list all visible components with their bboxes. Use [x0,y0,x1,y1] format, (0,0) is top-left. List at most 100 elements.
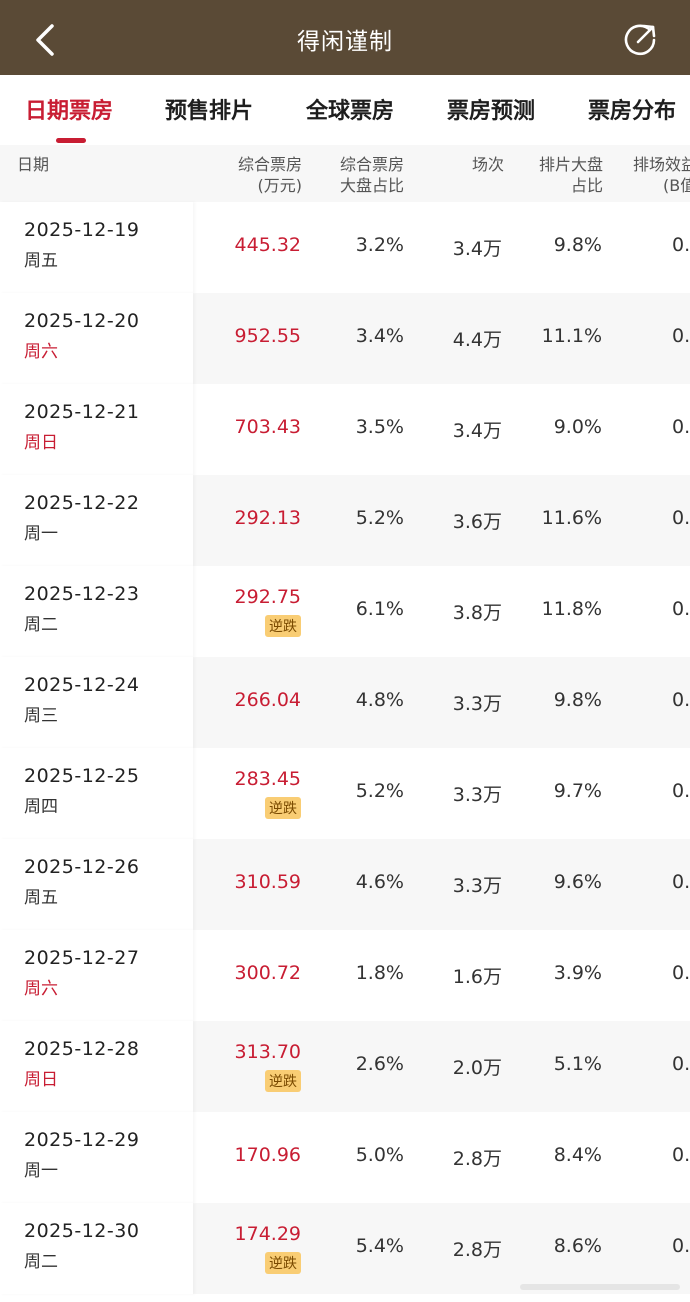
tab-boxoffice-forecast[interactable]: 票房预测 [447,93,535,125]
row-date: 2025-12-25 [24,765,140,787]
row-weekday: 周四 [24,797,58,817]
table-row[interactable]: 2025-12-25 周四 283.45 逆跌 5.2% 3.3万 9.7% 0. [0,748,690,839]
row-screenings: 3.3万 [452,784,502,806]
top-bar: 得闲谨制 [0,0,690,75]
row-schedule-share: 9.0% [553,416,602,438]
header-schedule-line2: 占比 [570,176,603,195]
row-date: 2025-12-20 [24,310,140,332]
row-weekday: 周六 [24,979,58,999]
row-screenings: 2.8万 [452,1148,502,1170]
row-efficiency: 0. [672,780,690,802]
tab-daily-boxoffice[interactable]: 日期票房 [25,93,113,125]
row-weekday: 周五 [24,888,58,908]
row-screenings: 2.0万 [452,1057,502,1079]
header-schedule-share[interactable]: 排片大盘 占比 [539,154,603,196]
row-boxoffice: 292.75 [234,586,301,608]
scroll-indicator [520,1284,680,1290]
tab-boxoffice-distribution[interactable]: 票房分布 [588,93,676,125]
row-date: 2025-12-28 [24,1038,140,1060]
share-button[interactable] [620,20,660,60]
row-screenings: 3.3万 [452,693,502,715]
share-arrow-icon [624,24,656,56]
row-date: 2025-12-23 [24,583,140,605]
row-efficiency: 0. [672,689,690,711]
row-weekday: 周二 [24,615,58,635]
table-row[interactable]: 2025-12-24 周三 266.04 4.8% 3.3万 9.8% 0. [0,657,690,748]
row-boxoffice: 313.70 [234,1041,301,1063]
date-cell: 2025-12-23 周二 [0,566,193,657]
row-date: 2025-12-24 [24,674,140,696]
row-schedule-share: 9.8% [553,234,602,256]
table-row[interactable]: 2025-12-22 周一 292.13 5.2% 3.6万 11.6% 0. [0,475,690,566]
row-weekday: 周六 [24,342,58,362]
row-boxoffice: 292.13 [234,507,301,529]
reverse-rise-badge: 逆跌 [265,797,301,819]
table-row[interactable]: 2025-12-26 周五 310.59 4.6% 3.3万 9.6% 0. [0,839,690,930]
table-row[interactable]: 2025-12-29 周一 170.96 5.0% 2.8万 8.4% 0. [0,1112,690,1203]
page-title: 得闲谨制 [297,29,393,55]
header-screenings[interactable]: 场次 [472,154,504,175]
row-screenings: 3.3万 [452,875,502,897]
row-schedule-share: 11.8% [541,598,602,620]
tab-presale-schedule[interactable]: 预售排片 [165,93,253,125]
date-cell: 2025-12-22 周一 [0,475,193,566]
row-weekday: 周日 [24,433,58,453]
active-tab-indicator [56,138,86,143]
tab-global-boxoffice[interactable]: 全球票房 [306,93,394,125]
table-row[interactable]: 2025-12-30 周二 174.29 逆跌 5.4% 2.8万 8.6% 0. [0,1203,690,1294]
row-efficiency: 0. [672,1144,690,1166]
header-boxoffice-line1: 综合票房 [237,155,302,174]
row-market-share: 6.1% [355,598,404,620]
row-market-share: 1.8% [355,962,404,984]
table-row[interactable]: 2025-12-28 周日 313.70 逆跌 2.6% 2.0万 5.1% 0. [0,1021,690,1112]
table-row[interactable]: 2025-12-27 周六 300.72 1.8% 1.6万 3.9% 0. [0,930,690,1021]
row-market-share: 4.6% [355,871,404,893]
row-market-share: 5.0% [355,1144,404,1166]
row-efficiency: 0. [672,1235,690,1257]
row-boxoffice: 174.29 [234,1223,301,1245]
row-weekday: 周日 [24,1070,58,1090]
row-screenings: 2.8万 [452,1239,502,1261]
row-weekday: 周二 [24,1252,58,1272]
row-date: 2025-12-30 [24,1220,140,1242]
date-cell: 2025-12-30 周二 [0,1203,193,1294]
row-boxoffice: 445.32 [234,234,301,256]
table-row[interactable]: 2025-12-20 周六 952.55 3.4% 4.4万 11.1% 0. [0,293,690,384]
row-efficiency: 0. [672,325,690,347]
row-schedule-share: 9.7% [553,780,602,802]
reverse-rise-badge: 逆跌 [265,615,301,637]
header-efficiency[interactable]: 排场效益 (B值 [633,154,690,196]
table-row[interactable]: 2025-12-21 周日 703.43 3.5% 3.4万 9.0% 0. [0,384,690,475]
row-market-share: 5.2% [355,780,404,802]
header-efficiency-line2: (B值 [663,176,690,195]
date-cell: 2025-12-29 周一 [0,1112,193,1203]
row-schedule-share: 11.6% [541,507,602,529]
row-date: 2025-12-19 [24,219,140,241]
row-schedule-share: 5.1% [553,1053,602,1075]
table-row[interactable]: 2025-12-23 周二 292.75 逆跌 6.1% 3.8万 11.8% 0. [0,566,690,657]
row-screenings: 1.6万 [452,966,502,988]
header-boxoffice[interactable]: 综合票房 (万元) [238,154,302,196]
row-screenings: 3.8万 [452,602,502,624]
header-market-share[interactable]: 综合票房 大盘占比 [340,154,404,196]
row-market-share: 3.5% [355,416,404,438]
date-cell: 2025-12-20 周六 [0,293,193,384]
row-weekday: 周五 [24,251,58,271]
table-row[interactable]: 2025-12-19 周五 445.32 3.2% 3.4万 9.8% 0. [0,202,690,293]
date-cell: 2025-12-25 周四 [0,748,193,839]
row-date: 2025-12-21 [24,401,140,423]
row-schedule-share: 11.1% [541,325,602,347]
date-cell: 2025-12-19 周五 [0,202,193,293]
row-weekday: 周三 [24,706,58,726]
row-date: 2025-12-22 [24,492,140,514]
header-share-line2: 大盘占比 [339,176,404,195]
row-efficiency: 0. [672,1053,690,1075]
row-boxoffice: 703.43 [234,416,301,438]
date-cell: 2025-12-21 周日 [0,384,193,475]
row-market-share: 3.4% [355,325,404,347]
date-cell: 2025-12-26 周五 [0,839,193,930]
header-boxoffice-line2: (万元) [257,176,303,195]
date-cell: 2025-12-24 周三 [0,657,193,748]
table-header: 日期 综合票房 (万元) 综合票房 大盘占比 场次 排片大盘 占比 排场效益 (… [0,145,690,202]
reverse-rise-badge: 逆跌 [265,1252,301,1274]
